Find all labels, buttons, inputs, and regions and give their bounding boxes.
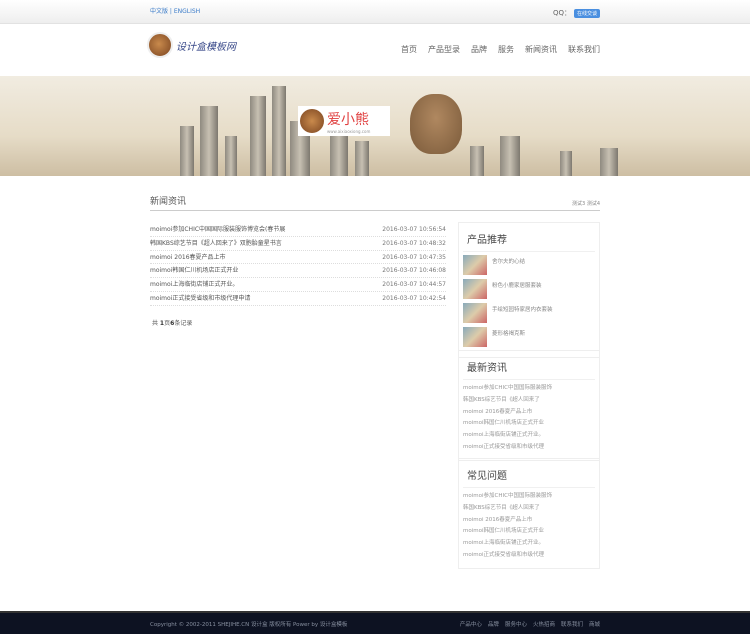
list-item[interactable]: moimoi参加CHIC中国国际服装服饰 [463, 383, 595, 395]
news-date: 2016-03-07 10:42:54 [382, 294, 446, 302]
bear-icon [300, 109, 324, 133]
list-item[interactable]: 韩国KBS综艺节目《超人回来了 [463, 395, 595, 407]
footer-link[interactable]: 火热招商 [533, 620, 555, 628]
news-row[interactable]: moimoi正式接受省级和市级代理申请 2016-03-07 10:42:54 [150, 292, 446, 306]
bear-logo-icon [147, 32, 173, 58]
pagination-info: 共 1页6条记录 [152, 320, 193, 327]
news-title[interactable]: moimoi上海临街店铺正式开业。 [150, 278, 238, 291]
list-item[interactable]: moimoi正式接受省级和市级代理 [463, 442, 595, 454]
logo[interactable]: 设计盒模板网 [147, 32, 236, 58]
news-row[interactable]: moimoi 2016春夏产品上市 2016-03-07 10:47:35 [150, 251, 446, 265]
footer: Copyright © 2002-2011 SHEJIHE.CN 设计盒 版权所… [0, 611, 750, 634]
nav-home[interactable]: 首页 [401, 44, 417, 55]
qq-label: QQ： [552, 9, 571, 17]
section-links: 测试3 测试4 [572, 200, 600, 207]
header: 设计盒模板网 首页 产品型录 品牌 服务 新闻资讯 联系我们 [0, 24, 750, 76]
footer-link[interactable]: 服务中心 [505, 620, 527, 628]
nav-products[interactable]: 产品型录 [428, 44, 460, 55]
box-title: 产品推荐 [463, 229, 595, 252]
footer-link[interactable]: 联系我们 [561, 620, 583, 628]
product-item[interactable]: 舍尔夫的心结 [463, 255, 595, 279]
nav-brand[interactable]: 品牌 [471, 44, 487, 55]
logo-text: 设计盒模板网 [176, 41, 236, 53]
news-title[interactable]: moimoi正式接受省级和市级代理申请 [150, 292, 250, 305]
banner-brand-logo: 爱小熊 www.aixiaoxiong.com [298, 106, 390, 136]
product-item[interactable]: 手绘短园特家居内衣套装 [463, 303, 595, 327]
banner-brand: 爱小熊 [327, 111, 369, 128]
list-item[interactable]: moimoi韩国仁川机场店正式开业 [463, 526, 595, 538]
news-date: 2016-03-07 10:46:08 [382, 267, 446, 275]
product-thumbnail[interactable] [463, 303, 487, 323]
news-title[interactable]: moimoi 2016春夏产品上市 [150, 251, 226, 264]
nav-contact[interactable]: 联系我们 [568, 44, 600, 55]
news-title[interactable]: moimoi参加CHIC中国国际服装服饰博览会(春节展 [150, 223, 285, 236]
top-bar: 中文版 | ENGLISH QQ： 在线交谈 [0, 0, 750, 24]
banner: 爱小熊 www.aixiaoxiong.com [0, 76, 750, 176]
main-nav: 首页 产品型录 品牌 服务 新闻资讯 联系我们 [401, 44, 600, 55]
news-date: 2016-03-07 10:47:35 [382, 253, 446, 261]
list-item[interactable]: moimoi韩国仁川机场店正式开业 [463, 418, 595, 430]
list-item[interactable]: moimoi参加CHIC中国国际服装服饰 [463, 491, 595, 503]
product-thumbnail[interactable] [463, 255, 487, 275]
news-row[interactable]: 韩国KBS综艺节目《超人回来了》双胞胎童星书言 2016-03-07 10:48:… [150, 237, 446, 251]
product-item[interactable]: 菱形格褐克斯 [463, 327, 595, 351]
nav-service[interactable]: 服务 [498, 44, 514, 55]
qq-chat-button[interactable]: 在线交谈 [573, 8, 600, 18]
faq-box: 常见问题 moimoi参加CHIC中国国际服装服饰 韩国KBS综艺节目《超人回来… [458, 458, 600, 569]
section-title: 新闻资讯 [150, 197, 187, 207]
list-item[interactable]: 韩国KBS综艺节目《超人回来了 [463, 503, 595, 515]
footer-links: 产品中心 品牌 服务中心 火热招商 联系我们 商城 [460, 620, 600, 628]
product-recommend-box: 产品推荐 舍尔夫的心结 粉色小鹿家居服套装 手绘短园特家居内衣套装 菱形格褐克斯 [458, 222, 600, 358]
news-date: 2016-03-07 10:48:32 [382, 239, 446, 247]
divider [150, 210, 600, 211]
footer-link[interactable]: 商城 [589, 620, 600, 628]
link-test3[interactable]: 测试3 [572, 201, 585, 207]
copyright: Copyright © 2002-2011 SHEJIHE.CN 设计盒 版权所… [150, 622, 348, 628]
product-thumbnail[interactable] [463, 327, 487, 347]
news-date: 2016-03-07 10:56:54 [382, 226, 446, 233]
product-thumbnail[interactable] [463, 279, 487, 299]
list-item[interactable]: moimoi 2016春夏产品上市 [463, 407, 595, 419]
footer-link[interactable]: 产品中心 [460, 620, 482, 628]
news-list: moimoi参加CHIC中国国际服装服饰博览会(春节展 2016-03-07 10… [150, 223, 446, 306]
box-title: 最新资讯 [463, 357, 595, 380]
news-date: 2016-03-07 10:44:57 [382, 281, 446, 289]
footer-link[interactable]: 品牌 [488, 620, 499, 628]
news-title[interactable]: 韩国KBS综艺节目《超人回来了》双胞胎童星书言 [150, 237, 282, 250]
box-title: 常见问题 [463, 465, 595, 488]
language-switch[interactable]: 中文版 | ENGLISH [150, 6, 200, 15]
list-item[interactable]: moimoi上海临街店铺正式开业。 [463, 430, 595, 442]
news-row[interactable]: moimoi韩国仁川机场店正式开业 2016-03-07 10:46:08 [150, 264, 446, 279]
nav-news[interactable]: 新闻资讯 [525, 44, 557, 55]
list-item[interactable]: moimoi正式接受省级和市级代理 [463, 550, 595, 562]
qq-contact: QQ： 在线交谈 [553, 8, 600, 18]
list-item[interactable]: moimoi 2016春夏产品上市 [463, 515, 595, 527]
news-title[interactable]: moimoi韩国仁川机场店正式开业 [150, 264, 238, 277]
list-item[interactable]: moimoi上海临街店铺正式开业。 [463, 538, 595, 550]
banner-site: www.aixiaoxiong.com [327, 128, 371, 134]
news-row[interactable]: moimoi上海临街店铺正式开业。 2016-03-07 10:44:57 [150, 278, 446, 292]
link-test4[interactable]: 测试4 [587, 201, 600, 207]
news-row[interactable]: moimoi参加CHIC中国国际服装服饰博览会(春节展 2016-03-07 10… [150, 223, 446, 237]
latest-news-box: 最新资讯 moimoi参加CHIC中国国际服装服饰 韩国KBS综艺节目《超人回来… [458, 350, 600, 461]
teddy-bear-image [410, 94, 462, 154]
product-item[interactable]: 粉色小鹿家居服套装 [463, 279, 595, 303]
